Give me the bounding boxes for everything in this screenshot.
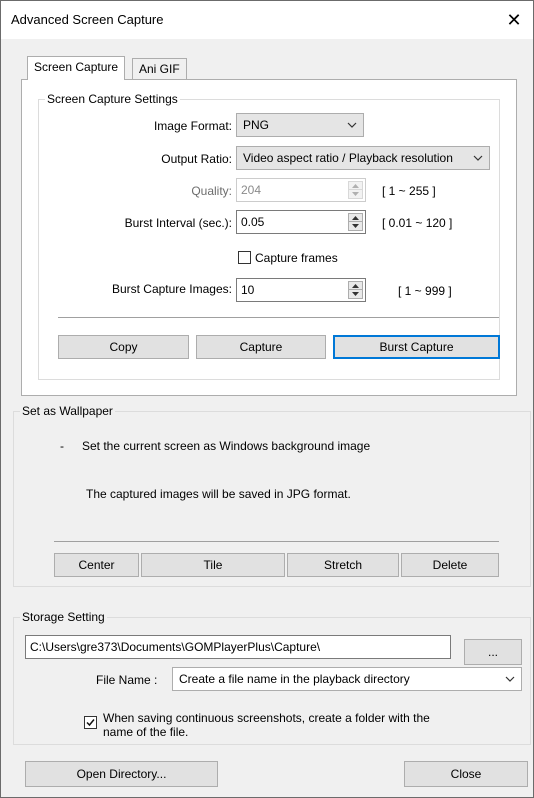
create-folder-label-line2: name of the file. bbox=[103, 725, 189, 739]
burst-images-value: 10 bbox=[241, 283, 255, 297]
browse-button[interactable]: ... bbox=[464, 639, 522, 665]
delete-button[interactable]: Delete bbox=[401, 553, 499, 577]
image-format-label: Image Format: bbox=[153, 119, 232, 133]
quality-value: 204 bbox=[241, 183, 262, 197]
spin-up-icon[interactable] bbox=[348, 281, 363, 290]
output-ratio-label: Output Ratio: bbox=[161, 152, 232, 166]
output-ratio-select[interactable]: Video aspect ratio / Playback resolution bbox=[236, 146, 490, 170]
capture-frames-checkbox[interactable] bbox=[238, 251, 251, 264]
storage-path-field[interactable]: C:\Users\gre373\Documents\GOMPlayerPlus\… bbox=[25, 635, 451, 659]
group-label-wallpaper: Set as Wallpaper bbox=[20, 404, 115, 418]
storage-group: Storage Setting C:\Users\gre373\Document… bbox=[13, 610, 531, 745]
chevron-down-icon bbox=[499, 668, 521, 690]
quality-label: Quality: bbox=[191, 184, 232, 198]
burst-interval-label: Burst Interval (sec.): bbox=[124, 216, 232, 230]
burst-interval-range: [ 0.01 ~ 120 ] bbox=[382, 216, 453, 230]
burst-images-label: Burst Capture Images: bbox=[111, 282, 232, 296]
tab-ani-gif[interactable]: Ani GIF bbox=[132, 58, 187, 79]
burst-interval-spinner[interactable]: 0.05 bbox=[236, 210, 366, 234]
chevron-down-icon bbox=[467, 147, 489, 169]
copy-button[interactable]: Copy bbox=[58, 335, 189, 359]
open-directory-button[interactable]: Open Directory... bbox=[25, 761, 218, 787]
image-format-value: PNG bbox=[243, 118, 270, 132]
create-folder-checkbox[interactable] bbox=[84, 716, 97, 729]
screen-capture-settings-group: Screen Capture Settings Image Format: PN… bbox=[38, 92, 500, 380]
output-ratio-value: Video aspect ratio / Playback resolution bbox=[243, 151, 453, 165]
divider bbox=[54, 541, 499, 542]
chevron-down-icon bbox=[341, 114, 363, 136]
spin-up-icon[interactable] bbox=[348, 181, 363, 190]
wallpaper-note: The captured images will be saved in JPG… bbox=[86, 487, 351, 501]
close-icon[interactable]: ✕ bbox=[501, 7, 527, 33]
file-name-label: File Name : bbox=[96, 673, 158, 687]
spin-down-icon[interactable] bbox=[348, 290, 363, 299]
create-folder-label-line1: When saving continuous screenshots, crea… bbox=[103, 711, 430, 725]
burst-interval-value: 0.05 bbox=[241, 215, 265, 229]
wallpaper-group: Set as Wallpaper - Set the current scree… bbox=[13, 404, 531, 587]
group-label-storage: Storage Setting bbox=[20, 610, 107, 624]
capture-button[interactable]: Capture bbox=[196, 335, 326, 359]
wallpaper-bullet: - bbox=[60, 439, 64, 453]
spin-up-icon[interactable] bbox=[348, 213, 363, 222]
spin-down-icon[interactable] bbox=[348, 190, 363, 199]
screen-capture-panel: Screen Capture Settings Image Format: PN… bbox=[21, 79, 517, 396]
burst-capture-button[interactable]: Burst Capture bbox=[333, 335, 500, 359]
checkmark-icon bbox=[86, 719, 95, 727]
divider bbox=[58, 317, 499, 318]
file-name-select[interactable]: Create a file name in the playback direc… bbox=[172, 667, 522, 691]
title-bar: Advanced Screen Capture ✕ bbox=[1, 1, 533, 39]
group-label-screen-capture-settings: Screen Capture Settings bbox=[45, 92, 180, 106]
burst-images-spinner[interactable]: 10 bbox=[236, 278, 366, 302]
burst-images-range: [ 1 ~ 999 ] bbox=[398, 284, 452, 298]
quality-range: [ 1 ~ 255 ] bbox=[382, 184, 436, 198]
capture-frames-label: Capture frames bbox=[255, 251, 338, 265]
image-format-select[interactable]: PNG bbox=[236, 113, 364, 137]
spin-down-icon[interactable] bbox=[348, 222, 363, 231]
quality-spinner[interactable]: 204 bbox=[236, 178, 366, 202]
tile-button[interactable]: Tile bbox=[141, 553, 285, 577]
window-title: Advanced Screen Capture bbox=[11, 12, 164, 27]
close-button[interactable]: Close bbox=[404, 761, 528, 787]
file-name-value: Create a file name in the playback direc… bbox=[179, 672, 410, 686]
center-button[interactable]: Center bbox=[54, 553, 139, 577]
wallpaper-description: Set the current screen as Windows backgr… bbox=[82, 439, 371, 453]
stretch-button[interactable]: Stretch bbox=[287, 553, 399, 577]
tab-screen-capture[interactable]: Screen Capture bbox=[27, 56, 126, 80]
advanced-screen-capture-dialog: Advanced Screen Capture ✕ Screen Capture… bbox=[0, 0, 534, 798]
